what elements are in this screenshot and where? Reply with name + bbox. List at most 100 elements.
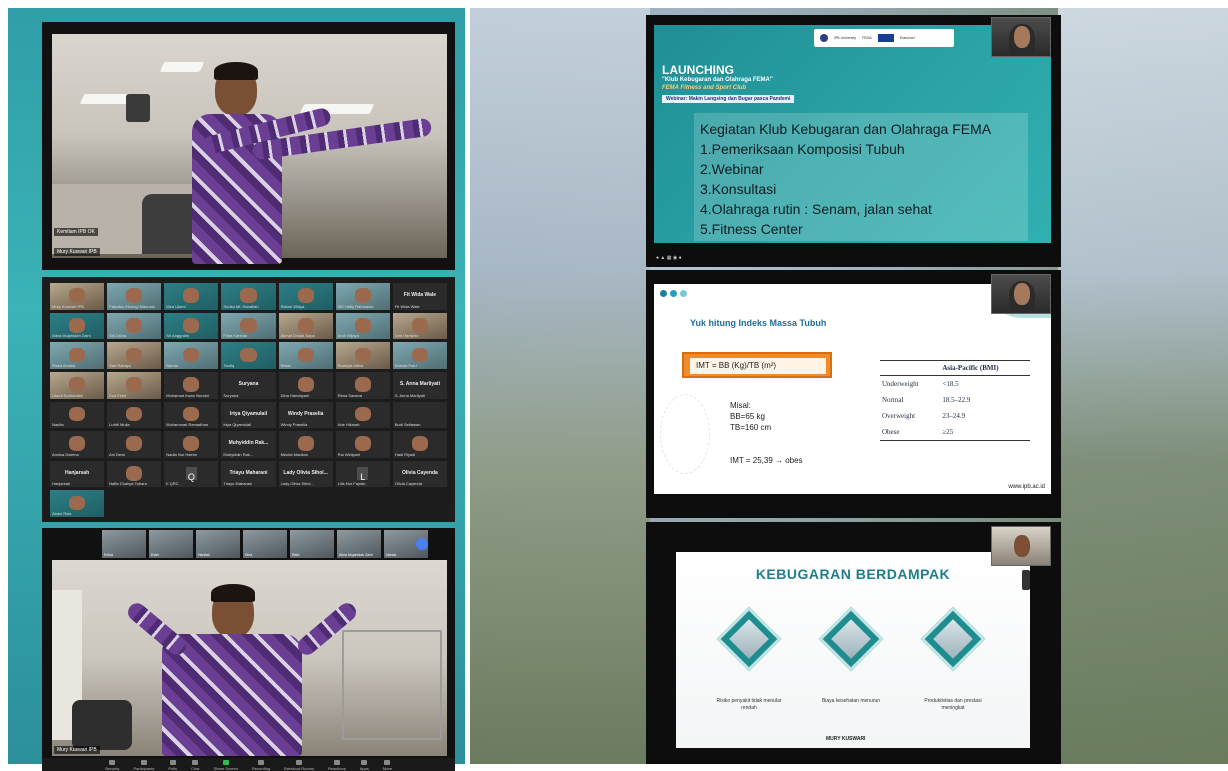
toolbar-participants-button[interactable]: Participants [133, 759, 155, 771]
participant-tile[interactable]: Sri Anggraini [164, 312, 219, 340]
impact-caption: Produktivitas dan prestasi meningkat [924, 698, 982, 711]
participant-tile[interactable]: Fakultas Ekologi Manusia [107, 283, 162, 310]
toolbar-chat-button[interactable]: Chat [191, 759, 199, 771]
participant-tile[interactable]: Deri Hartanto [392, 312, 447, 340]
participant-tile[interactable]: Fit Wida Wale Fit Wida Wale [392, 283, 447, 310]
participant-tile[interactable]: Sunita Mf. Hanafiah [221, 283, 276, 310]
toolbar-more-button[interactable]: More [383, 759, 392, 771]
hair [211, 584, 255, 602]
share-screen-icon [222, 759, 229, 765]
participant-initial: L [357, 466, 369, 482]
participant-tile[interactable]: L Lilis Nur Fajriah [335, 460, 390, 488]
participant-face [183, 347, 200, 363]
bmi-table: Asia-Pacific (BMI) Underweight <18.5 Norm… [880, 360, 1030, 441]
participant-tile[interactable]: Naufia [50, 401, 105, 429]
participant-thumbnail[interactable]: Ester [149, 530, 193, 558]
participant-tile[interactable]: Andi Wijaya [335, 312, 390, 340]
side-panel-toggle[interactable] [1022, 570, 1030, 590]
slide-footer: www.ipb.ac.id [1008, 484, 1045, 490]
participant-tile[interactable]: Olivia Cayenda Olivia Cayenda [392, 460, 447, 488]
toolbar-label: Participants [133, 765, 155, 771]
slide-controls[interactable]: ● ▲ ▦ ◉ ● [656, 255, 682, 261]
participant-thumbnail[interactable]: Dina [243, 530, 287, 558]
participant-tile[interactable]: Naffa Chahya Tobara [107, 460, 162, 488]
participant-tile[interactable]: Taufiq [221, 342, 276, 369]
toolbar-breakout-rooms-button[interactable]: Breakout Rooms [284, 759, 314, 771]
participant-tile[interactable]: Adinda Putri [392, 342, 447, 369]
participant-face [411, 347, 429, 363]
presenter-cam [991, 17, 1051, 57]
participant-tile[interactable]: Nadia Nur Haerin [164, 431, 219, 458]
toolbar-label: Apps [359, 765, 369, 771]
participant-name: Reski [280, 362, 291, 368]
participant-tile[interactable]: Luthfi Mulia [107, 401, 162, 429]
toolbar-security-button[interactable]: Security [105, 759, 119, 771]
participant-tile[interactable]: Riska Amalia [50, 342, 105, 369]
participant-display-name: Triayu Maharani [229, 470, 268, 477]
participant-tile[interactable]: Hadi Riyadi [392, 431, 447, 458]
participant-thumbnail[interactable]: Erlina [102, 530, 146, 558]
participant-tile[interactable]: Q II QRC [164, 460, 219, 488]
participant-thumbnail[interactable]: Atina Mujahidah Zaini [337, 530, 381, 558]
participant-tile[interactable]: Rahmi Widya [278, 283, 333, 310]
participant-tile[interactable]: Dina Handayani [278, 371, 333, 399]
participant-tile[interactable]: Siti Zahra [107, 312, 162, 340]
right-panel: IPB University FEMA Erasmus+ LAUNCHING "… [470, 8, 1228, 764]
participant-tile[interactable]: Rai Widiyani [335, 431, 390, 458]
participant-tile[interactable]: Atina Mujahidah Zaini [50, 312, 105, 340]
participant-name: Rai Widiyani [337, 451, 360, 457]
participant-tile[interactable]: Irtya Qiyamulail Irtya Qiyamulail [221, 401, 276, 429]
participant-tile[interactable]: Ade Hikmah [335, 401, 390, 429]
participant-tile[interactable]: Windy Praselia Windy Praselia [278, 401, 333, 429]
projector [126, 94, 150, 122]
participant-name: Meutia Maulida [280, 451, 308, 457]
hair [214, 62, 258, 80]
toolbar-apps-button[interactable]: Apps [359, 759, 369, 771]
participant-tile[interactable]: Rumiyat Alfina [335, 342, 390, 369]
participant-tile[interactable]: S. Anna Marliyati S. Anna Marliyati [392, 371, 447, 399]
participant-tile[interactable]: Eva Febri [107, 371, 162, 399]
agenda-title: Kegiatan Klub Kebugaran dan Olahraga FEM… [700, 121, 992, 137]
toolbar-share-screen-button[interactable]: Share Screen [213, 759, 238, 771]
participant-tile[interactable]: Nanda [164, 342, 219, 369]
participant-tile[interactable]: Meutia Maulida [278, 431, 333, 458]
participant-name: Rumiyat Alfina [337, 362, 364, 368]
participant-tile[interactable]: Muhammad Ramadhan [164, 401, 219, 429]
participant-tile[interactable]: Abdul Rais [50, 490, 105, 517]
participant-tile[interactable]: Sari Rahayu [107, 342, 162, 369]
shelf [342, 630, 442, 740]
next-page-icon[interactable] [416, 538, 428, 550]
logo-label: FEMA [861, 36, 872, 40]
participant-tile[interactable]: Lady Olivia Sihol... Lady Olivia Sihol... [278, 460, 333, 488]
participant-name: Nanda [386, 553, 397, 557]
participant-tile[interactable]: Akmal Dinata Sapa [278, 312, 333, 340]
participant-tile[interactable]: Reski [278, 342, 333, 369]
participant-name: Muhyiddin Rak... [223, 451, 254, 457]
participant-tile[interactable]: Suryana Suryana [221, 371, 276, 399]
ipb-logo [820, 34, 828, 42]
participant-tile[interactable]: Hanjarsah Hanjarsah [50, 460, 105, 488]
participant-tile[interactable]: Muhyiddin Rak... Muhyiddin Rak... [221, 431, 276, 458]
table-cell: Overweight [882, 412, 916, 420]
participant-name: Nanda [166, 362, 179, 368]
toolbar-polls-button[interactable]: Polls [168, 759, 177, 771]
participant-tile[interactable]: Budi Setiawan [392, 401, 447, 429]
participant-tile[interactable]: Utami Nurhanifah [50, 371, 105, 399]
participant-name: Siti Zahra [109, 333, 127, 339]
participant-tile[interactable]: Fitria Karinda [221, 312, 276, 340]
participant-thumbnail[interactable]: Hanifah [196, 530, 240, 558]
participant-tile[interactable]: Rena Savana [335, 371, 390, 399]
participant-tile[interactable]: Ani Dewi [107, 431, 162, 458]
participant-thumbnail[interactable]: Ratri [290, 530, 334, 558]
toolbar-recording-button[interactable]: Recording [252, 759, 270, 771]
participant-tile[interactable]: Muhamad Irwan Nuraini [164, 371, 219, 399]
participant-tile[interactable]: Annisa Dwirina [50, 431, 105, 458]
table-cell: 23–24.9 [942, 412, 966, 420]
toolbar-reactions-button[interactable]: Reactions [328, 759, 346, 771]
participant-name: Dina [245, 553, 253, 557]
participant-tile[interactable]: Triayu Maharani Triayu Maharani [221, 460, 276, 488]
participant-tile[interactable]: Mury Kuswari IPB [50, 283, 105, 310]
participant-tile[interactable]: Mira Utami [164, 283, 219, 310]
participant-tile[interactable]: MC Hafiy Rahmania [335, 283, 390, 310]
room-background: Mury Kuswari IPB Kemtlam IPB OK [52, 34, 447, 264]
